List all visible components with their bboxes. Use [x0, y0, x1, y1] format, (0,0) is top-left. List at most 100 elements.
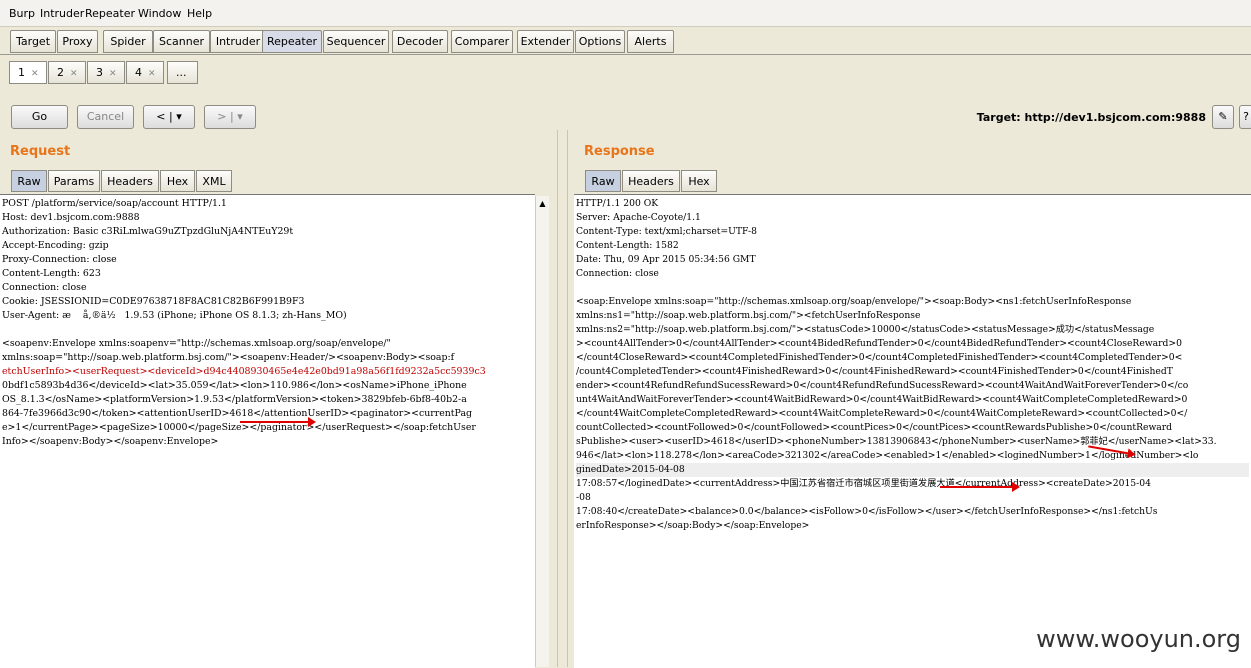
- response-line: sPublishe><user><userID>4618</userID><ph…: [576, 436, 1217, 447]
- response-line: xmlns:ns2="http://soap.web.platform.bsj.…: [576, 324, 1155, 335]
- response-line: ginedDate>2015-04-08: [576, 463, 1249, 477]
- response-line: xmlns:ns1="http://soap.web.platform.bsj.…: [576, 310, 921, 321]
- response-line: 17:08:57</loginedDate><currentAddress>中国…: [576, 478, 1151, 489]
- response-line: Content-Length: 1582: [576, 240, 679, 251]
- response-tab-headers[interactable]: Headers: [622, 170, 680, 192]
- request-title: Request: [10, 144, 71, 159]
- chevron-down-icon[interactable]: ▾: [237, 110, 243, 123]
- tab-target[interactable]: Target: [10, 30, 56, 53]
- request-line: Connection: close: [2, 282, 87, 293]
- tab-proxy[interactable]: Proxy: [57, 30, 98, 53]
- close-icon[interactable]: ✕: [31, 69, 39, 79]
- request-line: POST /platform/service/soap/account HTTP…: [2, 198, 227, 209]
- request-line: Host: dev1.bsjcom.com:9888: [2, 212, 140, 223]
- split-pane-divider[interactable]: [557, 130, 568, 667]
- forward-button[interactable]: > | ▾: [204, 105, 256, 129]
- response-line: unt4WaitAndWaitForeverTender><count4Wait…: [576, 394, 1188, 405]
- tab-extender[interactable]: Extender: [517, 30, 574, 53]
- request-line: 0bdf1c5893b4d36</deviceId><lat>35.059</l…: [2, 380, 467, 391]
- request-tab-hex[interactable]: Hex: [160, 170, 195, 192]
- request-tab-params[interactable]: Params: [48, 170, 100, 192]
- go-button[interactable]: Go: [11, 105, 68, 129]
- tab-decoder[interactable]: Decoder: [392, 30, 448, 53]
- response-line: Connection: close: [576, 268, 659, 279]
- annotation-arrow: [240, 417, 316, 427]
- menu-burp[interactable]: Burp: [9, 7, 35, 20]
- menu-help[interactable]: Help: [187, 7, 212, 20]
- scroll-up-icon[interactable]: ▲: [536, 199, 549, 208]
- request-line: e>1</currentPage><pageSize>10000</pageSi…: [2, 422, 476, 433]
- subtab-4[interactable]: 4 ✕: [126, 61, 164, 84]
- request-line: User-Agent: æ å,®ä½ 1.9.53 (iPhone; iPho…: [2, 310, 347, 321]
- request-line: etchUserInfo><userRequest><deviceId>d94c…: [2, 366, 486, 377]
- response-line: -08: [576, 492, 591, 503]
- request-tab-xml[interactable]: XML: [196, 170, 232, 192]
- request-line: 864-7fe3966d3c90</token><attentionUserID…: [2, 408, 473, 419]
- response-line: Content-Type: text/xml;charset=UTF-8: [576, 226, 757, 237]
- response-line: ​: [576, 281, 1249, 295]
- subtab-label: 2: [57, 66, 64, 79]
- close-icon[interactable]: ✕: [70, 69, 78, 79]
- response-line: <soap:Envelope xmlns:soap="http://schema…: [576, 296, 1132, 307]
- response-line: 17:08:40</createDate><balance>0.0</balan…: [576, 506, 1158, 517]
- close-icon[interactable]: ✕: [148, 69, 156, 79]
- watermark: www.wooyun.org: [1036, 625, 1241, 653]
- response-title: Response: [584, 144, 655, 159]
- subtab-3[interactable]: 3 ✕: [87, 61, 125, 84]
- response-line: ><count4AllTender>0</count4AllTender><co…: [576, 338, 1182, 349]
- request-editor[interactable]: POST /platform/service/soap/account HTTP…: [0, 194, 535, 668]
- request-line: Proxy-Connection: close: [2, 254, 117, 265]
- tab-spider[interactable]: Spider: [103, 30, 153, 53]
- chevron-down-icon[interactable]: ▾: [176, 110, 182, 123]
- request-line: Info></soapenv:Body></soapenv:Envelope>: [2, 436, 219, 447]
- edit-target-button[interactable]: ✎: [1212, 105, 1234, 129]
- tab-options[interactable]: Options: [575, 30, 625, 53]
- request-scrollbar[interactable]: ▲: [535, 196, 549, 667]
- menu-bar: Burp Intruder Repeater Window Help: [0, 0, 1251, 27]
- response-line: /count4CompletedTender><count4FinishedRe…: [576, 366, 1173, 377]
- response-line: 946</lat><lon>118.278</lon><areaCode>321…: [576, 450, 1199, 461]
- request-line: Authorization: Basic c3RiLmlwaG9uZTpzdGl…: [2, 226, 294, 237]
- back-arrow-icon: <: [156, 110, 166, 123]
- subtab-more[interactable]: ...: [167, 61, 198, 84]
- forward-arrow-icon: >: [217, 110, 227, 123]
- menu-window[interactable]: Window: [138, 7, 181, 20]
- subtab-label: 1: [18, 66, 25, 79]
- subtab-2[interactable]: 2 ✕: [48, 61, 86, 84]
- response-editor[interactable]: HTTP/1.1 200 OK Server: Apache-Coyote/1.1…: [574, 194, 1251, 668]
- tab-alerts[interactable]: Alerts: [627, 30, 674, 53]
- request-tab-raw[interactable]: Raw: [11, 170, 47, 192]
- help-icon: ?: [1243, 110, 1249, 123]
- close-icon[interactable]: ✕: [109, 69, 117, 79]
- request-line: Cookie: JSESSIONID=C0DE97638718F8AC81C82…: [2, 296, 305, 307]
- target-label: Target: http://dev1.bsjcom.com:9888: [976, 111, 1206, 124]
- tab-scanner[interactable]: Scanner: [153, 30, 210, 53]
- back-button[interactable]: < | ▾: [143, 105, 195, 129]
- response-line: erInfoResponse></soap:Body></soap:Envelo…: [576, 520, 810, 531]
- subtab-label: 3: [96, 66, 103, 79]
- subtab-1[interactable]: 1 ✕: [9, 61, 47, 84]
- divider: [0, 54, 1251, 55]
- request-line: Accept-Encoding: gzip: [2, 240, 109, 251]
- cancel-button[interactable]: Cancel: [77, 105, 134, 129]
- pencil-icon: ✎: [1218, 110, 1228, 123]
- menu-intruder[interactable]: Intruder: [40, 7, 84, 20]
- tab-comparer[interactable]: Comparer: [451, 30, 513, 53]
- response-line: HTTP/1.1 200 OK: [576, 198, 659, 209]
- help-button[interactable]: ?: [1239, 105, 1251, 129]
- request-tab-headers[interactable]: Headers: [101, 170, 159, 192]
- request-line: xmlns:soap="http://soap.web.platform.bsj…: [2, 352, 455, 363]
- tab-repeater[interactable]: Repeater: [262, 30, 322, 53]
- tab-sequencer[interactable]: Sequencer: [323, 30, 389, 53]
- response-line: Date: Thu, 09 Apr 2015 05:34:56 GMT: [576, 254, 756, 265]
- response-tab-hex[interactable]: Hex: [681, 170, 717, 192]
- request-line: ​: [2, 323, 533, 337]
- request-line: Content-Length: 623: [2, 268, 101, 279]
- response-line: </count4WaitCompleteCompletedReward><cou…: [576, 408, 1188, 419]
- menu-repeater[interactable]: Repeater: [85, 7, 135, 20]
- request-line: OS_8.1.3</osName><platformVersion>1.9.53…: [2, 394, 467, 405]
- response-line: </count4CloseReward><count4CompletedFini…: [576, 352, 1183, 363]
- tab-intruder[interactable]: Intruder: [210, 30, 266, 53]
- annotation-arrow: [940, 482, 1020, 492]
- response-tab-raw[interactable]: Raw: [585, 170, 621, 192]
